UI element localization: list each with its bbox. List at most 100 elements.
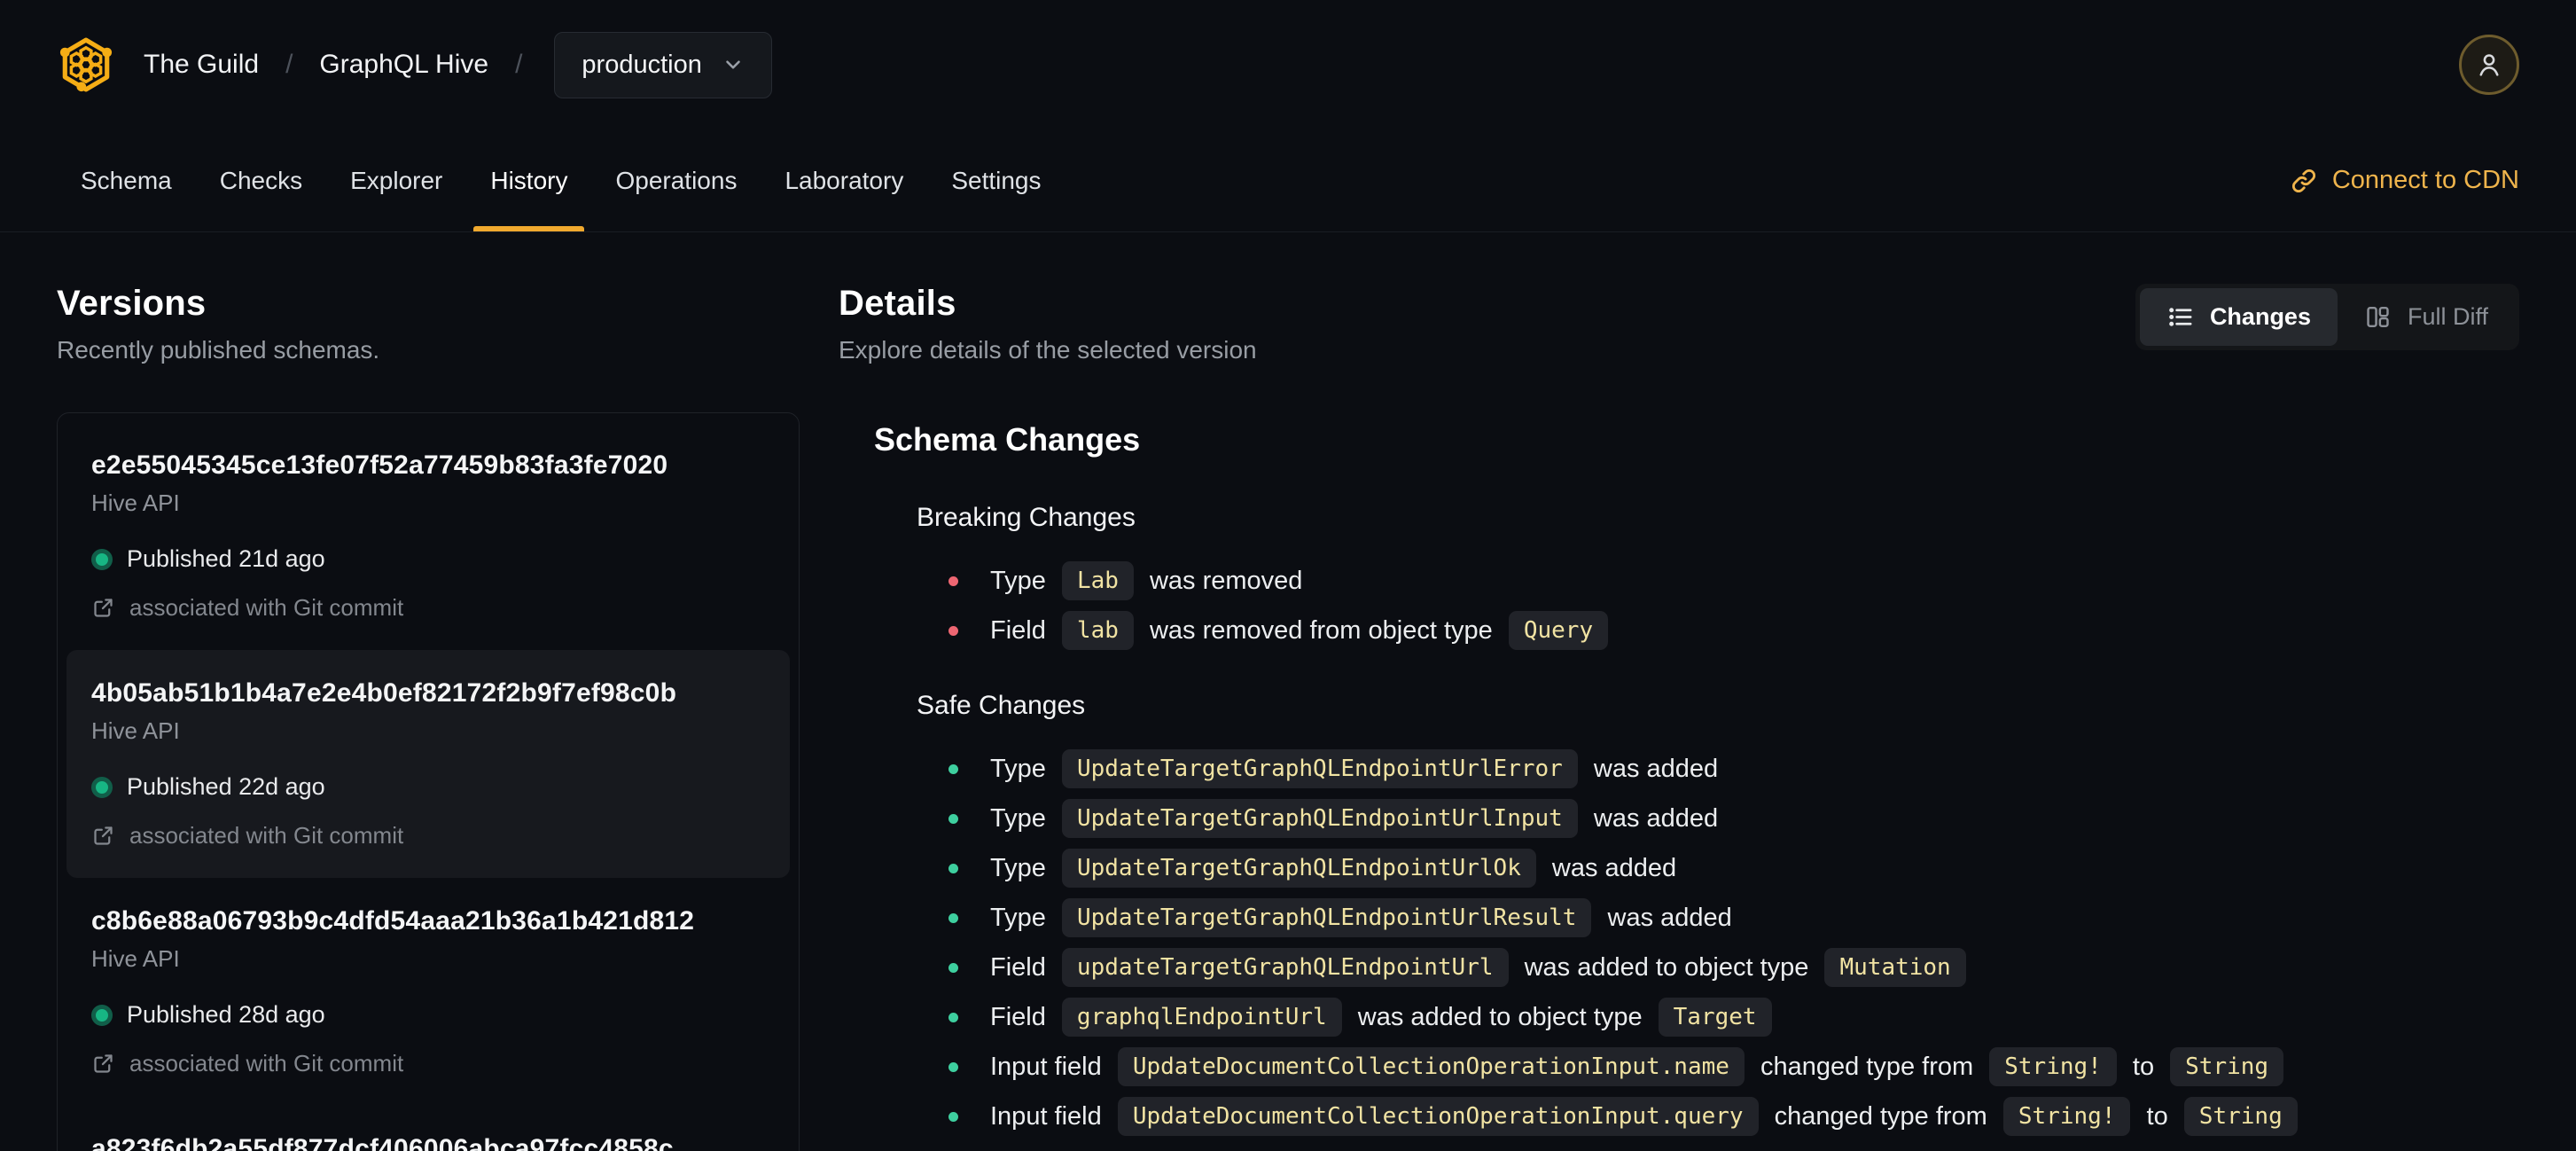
- link-chain-icon: [2291, 168, 2315, 192]
- change-text: Field: [990, 952, 1053, 982]
- safe-bullet-icon: [948, 912, 958, 923]
- safe-changes-group: Safe Changes Type UpdateTargetGraphQLEnd…: [874, 691, 2519, 1141]
- split-columns-icon: [2367, 306, 2389, 328]
- version-hash: e2e55045345ce13fe07f52a77459b83fa3fe7020: [91, 450, 668, 480]
- schema-changes-title: Schema Changes: [874, 421, 1141, 458]
- versions-panel: Versions Recently published schemas. e2e…: [57, 284, 800, 1151]
- changes-view-button[interactable]: Changes: [2139, 288, 2338, 346]
- change-text: was added: [1600, 903, 1732, 932]
- git-commit-link[interactable]: associated with Git commit: [91, 594, 765, 622]
- external-link-icon: [94, 1054, 113, 1073]
- change-text: Field: [990, 615, 1053, 645]
- tab-explorer[interactable]: Explorer: [326, 129, 466, 231]
- details-header: Details Explore details of the selected …: [839, 284, 2519, 364]
- version-card[interactable]: c8b6e88a06793b9c4dfd54aaa21b36a1b421d812…: [66, 878, 790, 1106]
- tab-schema[interactable]: Schema: [57, 129, 196, 231]
- change-text: Type: [990, 754, 1053, 783]
- change-description: Type UpdateTargetGraphQLEndpointUrlInput…: [990, 799, 1718, 838]
- change-item: Field updateTargetGraphQLEndpointUrl was…: [948, 943, 2519, 992]
- connect-to-cdn-link[interactable]: Connect to CDN: [2290, 129, 2519, 231]
- code-chip: Query: [1508, 611, 1609, 650]
- user-avatar-button[interactable]: [2459, 35, 2519, 95]
- change-text: was added to object type: [1350, 1002, 1650, 1031]
- change-description: Field lab was removed from object type Q…: [990, 611, 1617, 650]
- breadcrumb-separator: /: [285, 50, 293, 79]
- nav-tabs: Schema Checks Explorer History Operations Lab…: [57, 129, 1066, 231]
- version-hash: c8b6e88a06793b9c4dfd54aaa21b36a1b421d812: [91, 906, 695, 936]
- change-item: Type UpdateTargetGraphQLEndpointUrlError…: [948, 744, 2519, 794]
- changes-view-label: Changes: [2209, 303, 2311, 330]
- safe-bullet-icon: [948, 1012, 958, 1022]
- full-diff-view-button[interactable]: Full Diff: [2338, 288, 2515, 346]
- publish-status-text: Published 22d ago: [127, 773, 325, 800]
- version-card[interactable]: 4b05ab51b1b4a7e2e4b0ef82172f2b9f7ef98c0b…: [66, 650, 790, 878]
- main-content: Versions Recently published schemas. e2e…: [0, 284, 2576, 1151]
- safe-bullet-icon: [948, 863, 958, 873]
- code-chip: updateTargetGraphQLEndpointUrl: [1061, 948, 1509, 987]
- breaking-changes-group: Breaking Changes Type Lab was removed Fie…: [874, 503, 2519, 655]
- safe-bullet-icon: [948, 962, 958, 973]
- change-text: changed type from: [1767, 1101, 1994, 1131]
- git-commit-label: associated with Git commit: [129, 1050, 404, 1077]
- breadcrumb: The Guild / GraphQL Hive / production: [144, 31, 772, 98]
- code-chip: UpdateTargetGraphQLEndpointUrlInput: [1061, 799, 1578, 838]
- versions-subtitle: Recently published schemas.: [57, 336, 380, 364]
- change-text: Type: [990, 566, 1053, 595]
- change-text: was added: [1586, 803, 1719, 833]
- safe-changes-list: Type UpdateTargetGraphQLEndpointUrlError…: [917, 744, 2519, 1141]
- code-chip: lab: [1061, 611, 1134, 650]
- change-item: Field lab was removed from object type Q…: [948, 606, 2519, 655]
- change-text: was added: [1544, 853, 1677, 882]
- tab-history[interactable]: History: [466, 129, 591, 231]
- code-chip: Lab: [1061, 561, 1134, 600]
- change-text: Input field: [990, 1101, 1109, 1131]
- git-commit-link[interactable]: associated with Git commit: [91, 1050, 765, 1077]
- breaking-bullet-icon: [948, 625, 958, 636]
- safe-bullet-icon: [948, 1111, 958, 1122]
- primary-nav: Schema Checks Explorer History Operations Lab…: [0, 129, 2576, 232]
- change-item: Field graphqlEndpointUrl was added to ob…: [948, 992, 2519, 1042]
- details-subtitle: Explore details of the selected version: [839, 336, 1257, 364]
- change-text: Input field: [990, 1052, 1109, 1081]
- code-chip: graphqlEndpointUrl: [1061, 998, 1342, 1037]
- published-dot-icon: [91, 1004, 113, 1026]
- change-description: Field graphqlEndpointUrl was added to ob…: [990, 998, 1781, 1037]
- tab-operations[interactable]: Operations: [591, 129, 761, 231]
- code-chip: UpdateDocumentCollectionOperationInput.n…: [1117, 1047, 1745, 1086]
- change-text: was added: [1586, 754, 1719, 783]
- service-name: Hive API: [91, 945, 180, 972]
- change-text: changed type from: [1752, 1052, 1981, 1081]
- tab-laboratory[interactable]: Laboratory: [761, 129, 927, 231]
- safe-bullet-icon: [948, 763, 958, 774]
- change-description: Type UpdateTargetGraphQLEndpointUrlOk wa…: [990, 849, 1676, 888]
- hive-logo-icon[interactable]: [57, 35, 115, 94]
- tab-checks[interactable]: Checks: [196, 129, 326, 231]
- version-hash: a823f6db2a55df877dcf406006abca97fcc4858c: [91, 1134, 674, 1151]
- change-text: Type: [990, 903, 1053, 932]
- change-text: was added to object type: [1517, 952, 1816, 982]
- version-card[interactable]: e2e55045345ce13fe07f52a77459b83fa3fe7020…: [66, 422, 790, 650]
- environment-dropdown-value: production: [582, 50, 702, 79]
- connect-to-cdn-label: Connect to CDN: [2331, 166, 2519, 194]
- environment-dropdown[interactable]: production: [554, 31, 772, 98]
- publish-status: Published 28d ago: [91, 1001, 765, 1029]
- code-chip: Mutation: [1824, 948, 1966, 987]
- change-item: Input field UpdateDocumentCollectionOper…: [948, 1092, 2519, 1141]
- app-header: The Guild / GraphQL Hive / production: [0, 0, 2576, 129]
- version-card[interactable]: a823f6db2a55df877dcf406006abca97fcc4858c…: [66, 1106, 790, 1151]
- view-toggle: Changes Full Diff: [2135, 284, 2519, 350]
- external-link-icon: [94, 826, 113, 845]
- change-text: to: [2125, 1052, 2162, 1081]
- breadcrumb-org[interactable]: The Guild: [144, 50, 259, 80]
- git-commit-link[interactable]: associated with Git commit: [91, 822, 765, 850]
- publish-status: Published 22d ago: [91, 773, 765, 801]
- publish-status-text: Published 21d ago: [127, 545, 325, 572]
- published-dot-icon: [91, 548, 113, 570]
- breadcrumb-project[interactable]: GraphQL Hive: [319, 50, 488, 80]
- user-icon: [2479, 54, 2499, 76]
- change-description: Type Lab was removed: [990, 561, 1302, 600]
- tab-settings[interactable]: Settings: [927, 129, 1065, 231]
- details-panel: Details Explore details of the selected …: [839, 284, 2519, 1151]
- change-text: was removed: [1142, 566, 1303, 595]
- change-text: Type: [990, 803, 1053, 833]
